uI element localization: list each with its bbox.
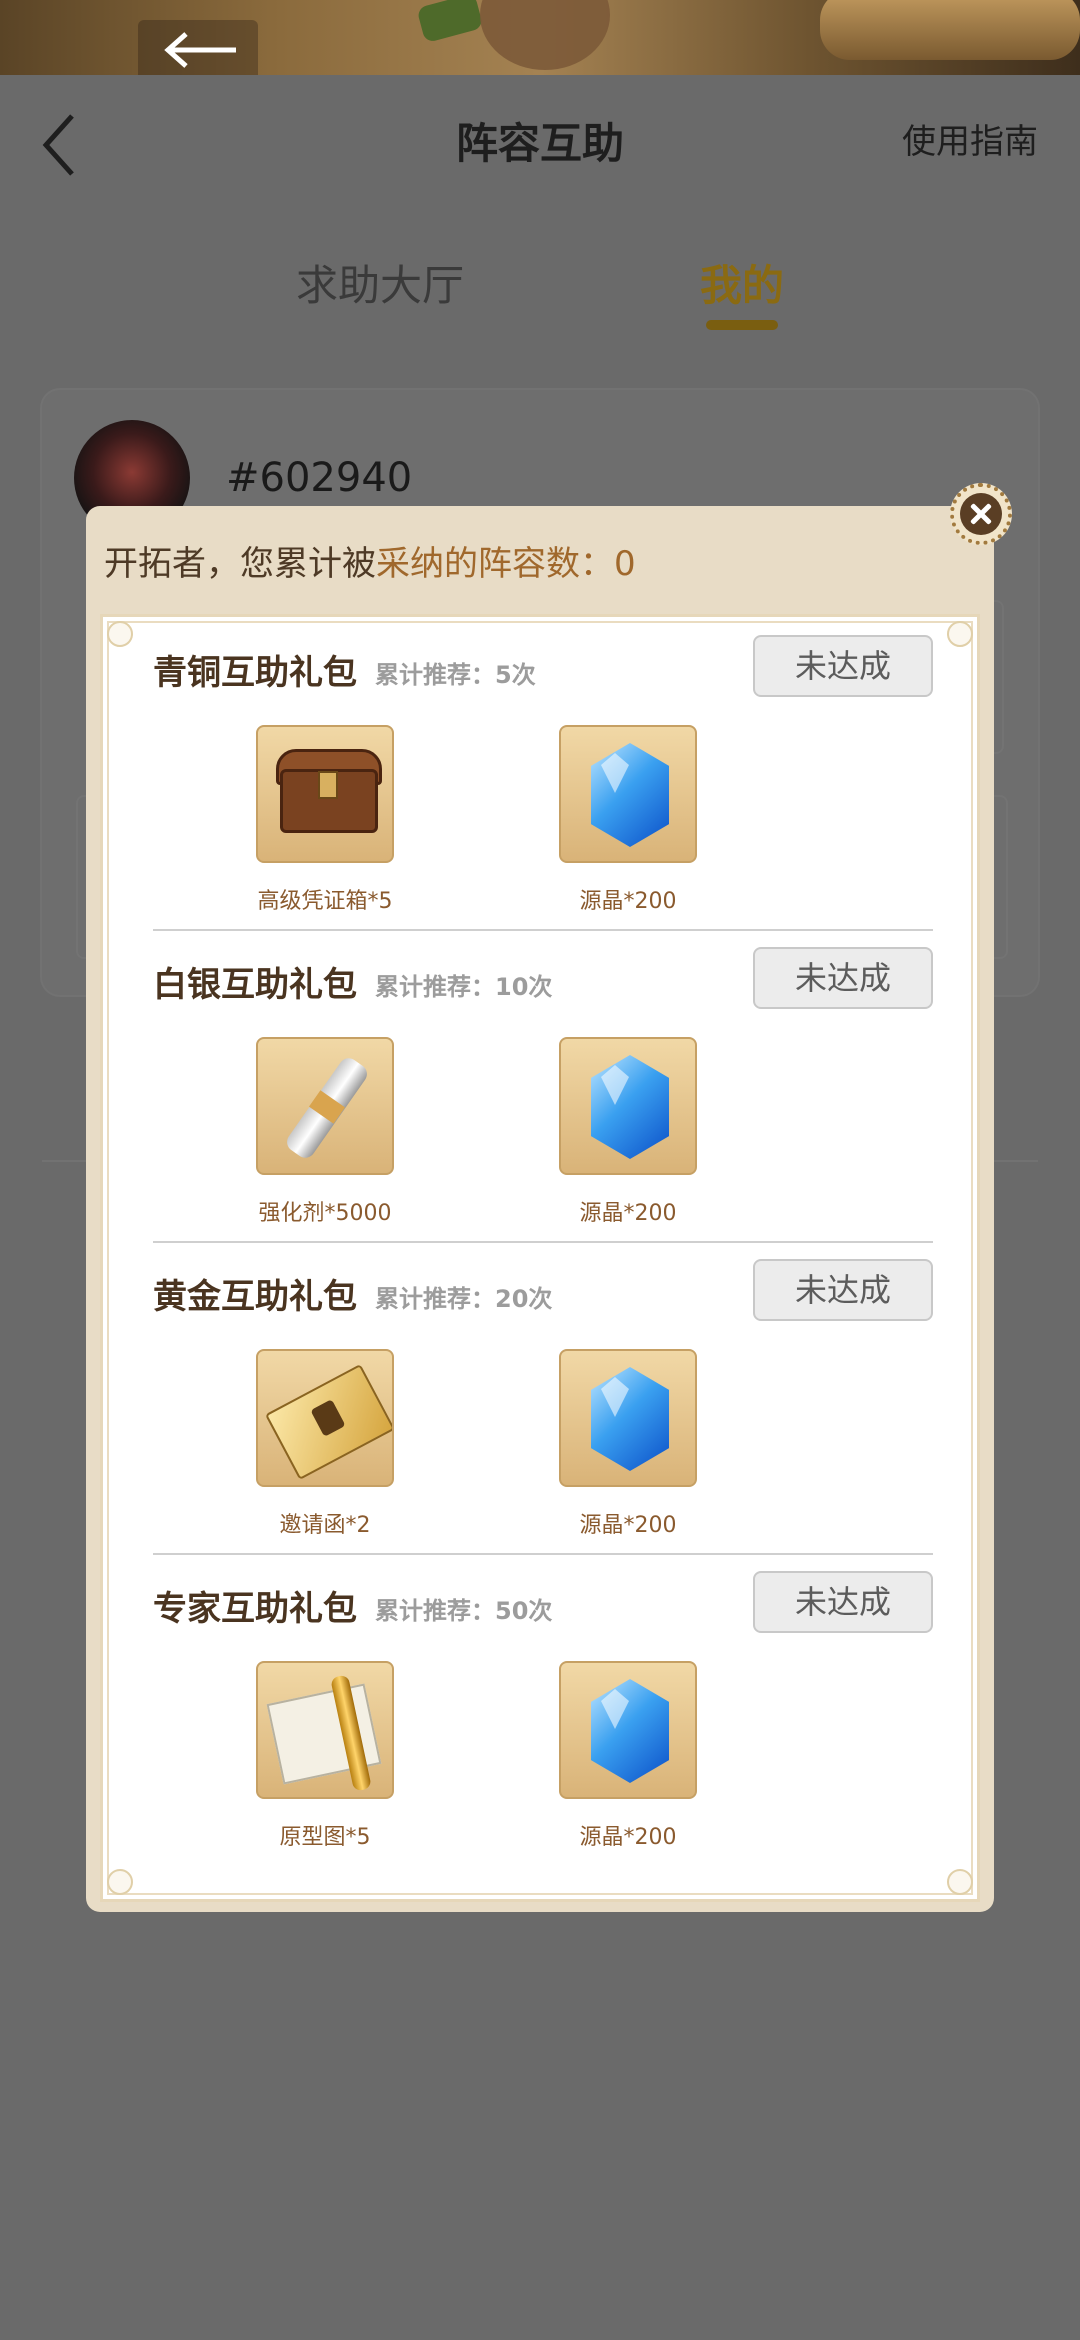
reward-item[interactable]: 源晶*200 (528, 1037, 728, 1227)
reward-item[interactable]: 强化剂*5000 (225, 1037, 425, 1227)
pack-bronze: 青铜互助礼包 累计推荐：5次 未达成 高级凭证箱*5 源晶*200 (153, 617, 933, 931)
pack-list: 青铜互助礼包 累计推荐：5次 未达成 高级凭证箱*5 源晶*200 白银互助礼包… (100, 614, 980, 1902)
pack-title: 白银互助礼包 (153, 965, 357, 1005)
tab-mine[interactable]: 我的 (700, 252, 784, 313)
crystal-icon (559, 1661, 697, 1799)
reward-label: 源晶*200 (579, 1201, 677, 1226)
pack-expert: 专家互助礼包 累计推荐：50次 未达成 原型图*5 源晶*200 (153, 1553, 933, 1865)
pack-title: 青铜互助礼包 (153, 653, 357, 693)
close-icon (960, 493, 1002, 535)
reward-item[interactable]: 高级凭证箱*5 (225, 725, 425, 915)
pack-status-button[interactable]: 未达成 (753, 1571, 933, 1633)
pack-status-button[interactable]: 未达成 (753, 635, 933, 697)
pack-silver: 白银互助礼包 累计推荐：10次 未达成 强化剂*5000 源晶*200 (153, 929, 933, 1243)
reward-label: 原型图*5 (279, 1825, 371, 1850)
reward-label: 邀请函*2 (279, 1513, 371, 1538)
pack-requirement: 累计推荐：50次 (375, 1597, 553, 1625)
banner-bear-decoration (480, 0, 610, 70)
reward-item[interactable]: 源晶*200 (528, 1349, 728, 1539)
pack-title: 黄金互助礼包 (153, 1277, 357, 1317)
back-arrow-icon (164, 32, 236, 68)
reward-modal: 开拓者，您累计被采纳的阵容数：0 青铜互助礼包 累计推荐：5次 未达成 高级凭证… (86, 506, 994, 1912)
reward-item[interactable]: 源晶*200 (528, 725, 728, 915)
pack-status-button[interactable]: 未达成 (753, 1259, 933, 1321)
crystal-icon (559, 725, 697, 863)
adopted-count-text: 采纳的阵容数：0 (376, 544, 636, 584)
corner-ornament (107, 1869, 133, 1895)
top-banner (0, 0, 1080, 75)
corner-ornament (947, 621, 973, 647)
pack-title: 专家互助礼包 (153, 1589, 357, 1629)
ticket-icon (256, 1349, 394, 1487)
guide-link[interactable]: 使用指南 (902, 114, 1038, 163)
crystal-icon (559, 1349, 697, 1487)
modal-header: 开拓者，您累计被采纳的阵容数：0 (104, 536, 636, 585)
vial-icon (256, 1037, 394, 1175)
reward-item[interactable]: 原型图*5 (225, 1661, 425, 1851)
corner-ornament (947, 1869, 973, 1895)
pack-gold: 黄金互助礼包 累计推荐：20次 未达成 邀请函*2 源晶*200 (153, 1241, 933, 1555)
reward-label: 源晶*200 (579, 1513, 677, 1538)
reward-label: 强化剂*5000 (258, 1201, 392, 1226)
corner-ornament (107, 621, 133, 647)
modal-header-prefix: 开拓者，您累计被 (104, 544, 376, 584)
scroll-icon (256, 1661, 394, 1799)
chest-icon (256, 725, 394, 863)
reward-label: 高级凭证箱*5 (257, 889, 393, 914)
pack-requirement: 累计推荐：10次 (375, 973, 553, 1001)
reward-label: 源晶*200 (579, 1825, 677, 1850)
tab-help-hall[interactable]: 求助大厅 (296, 252, 464, 313)
reward-item[interactable]: 邀请函*2 (225, 1349, 425, 1539)
reward-label: 源晶*200 (579, 889, 677, 914)
pack-requirement: 累计推荐：20次 (375, 1285, 553, 1313)
reward-item[interactable]: 源晶*200 (528, 1661, 728, 1851)
crystal-icon (559, 1037, 697, 1175)
pack-requirement: 累计推荐：5次 (375, 661, 536, 689)
active-tab-indicator (706, 320, 778, 330)
pack-status-button[interactable]: 未达成 (753, 947, 933, 1009)
banner-back-button[interactable] (138, 20, 258, 75)
banner-pipe-decoration (820, 0, 1080, 60)
banner-bow-decoration (416, 0, 484, 44)
user-id: #602940 (226, 455, 413, 501)
close-modal-button[interactable] (950, 483, 1012, 545)
